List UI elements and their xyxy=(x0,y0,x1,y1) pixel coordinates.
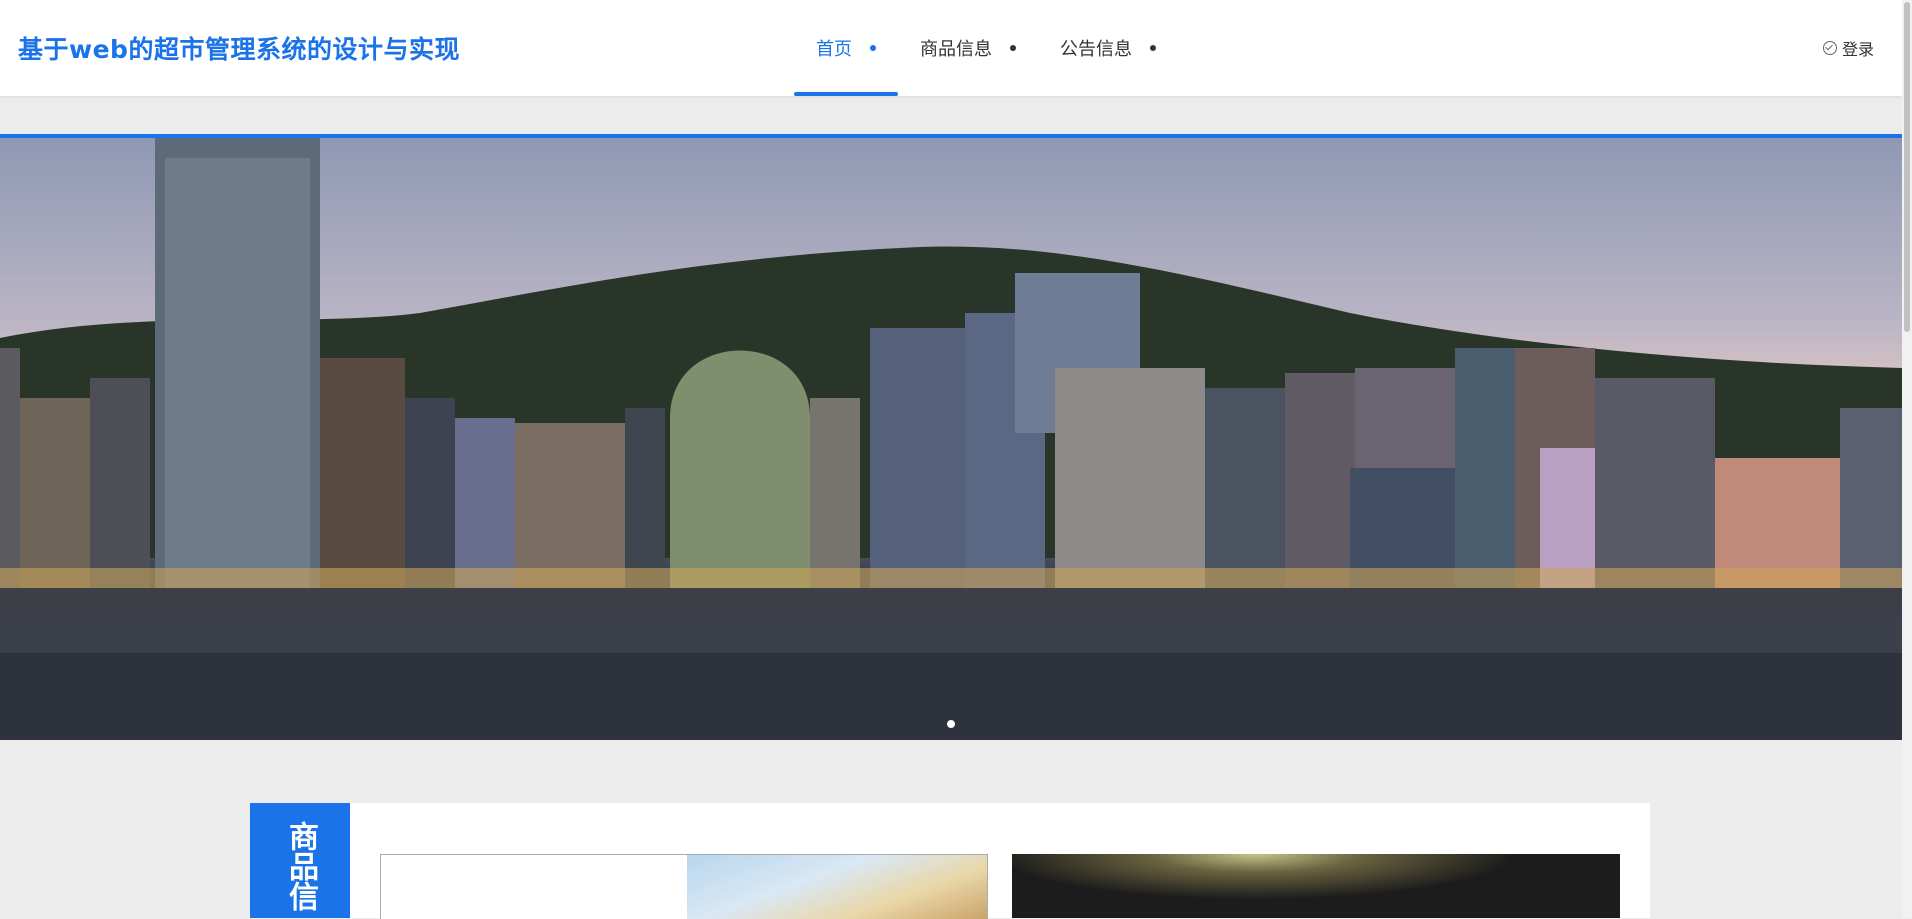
scrollbar-thumb[interactable] xyxy=(1904,2,1910,332)
check-circle-icon xyxy=(1822,41,1837,55)
product-card[interactable] xyxy=(380,854,988,919)
nav-announcements-label: 公告信息 xyxy=(1060,39,1132,60)
nav-dot-icon xyxy=(1010,45,1016,51)
login-label: 登录 xyxy=(1841,40,1874,59)
city-skyline-image xyxy=(0,138,1902,740)
section-tag: 商品信 xyxy=(250,803,350,918)
nav-dot-icon xyxy=(1150,45,1156,51)
carousel-indicators xyxy=(0,720,1902,728)
product-section: 商品信 xyxy=(250,803,1650,919)
top-header: 基于web的超市管理系统的设计与实现 首页 商品信息 公告信息 登录 xyxy=(0,0,1902,96)
nav-home[interactable]: 首页 xyxy=(794,0,898,96)
product-image xyxy=(687,855,987,919)
nav-home-label: 首页 xyxy=(816,39,852,60)
nav-products-label: 商品信息 xyxy=(920,39,992,60)
site-title[interactable]: 基于web的超市管理系统的设计与实现 xyxy=(18,30,460,66)
page-scrollbar[interactable] xyxy=(1902,0,1912,918)
login-button[interactable]: 登录 xyxy=(1822,36,1874,60)
banner-carousel[interactable] xyxy=(0,138,1902,740)
nav-announcements[interactable]: 公告信息 xyxy=(1038,0,1178,96)
nav-products[interactable]: 商品信息 xyxy=(898,0,1038,96)
product-card[interactable] xyxy=(1012,854,1620,918)
main-nav: 首页 商品信息 公告信息 xyxy=(794,0,1178,96)
nav-dot-icon xyxy=(870,45,876,51)
carousel-dot-active[interactable] xyxy=(947,720,955,728)
product-image xyxy=(1012,854,1620,918)
